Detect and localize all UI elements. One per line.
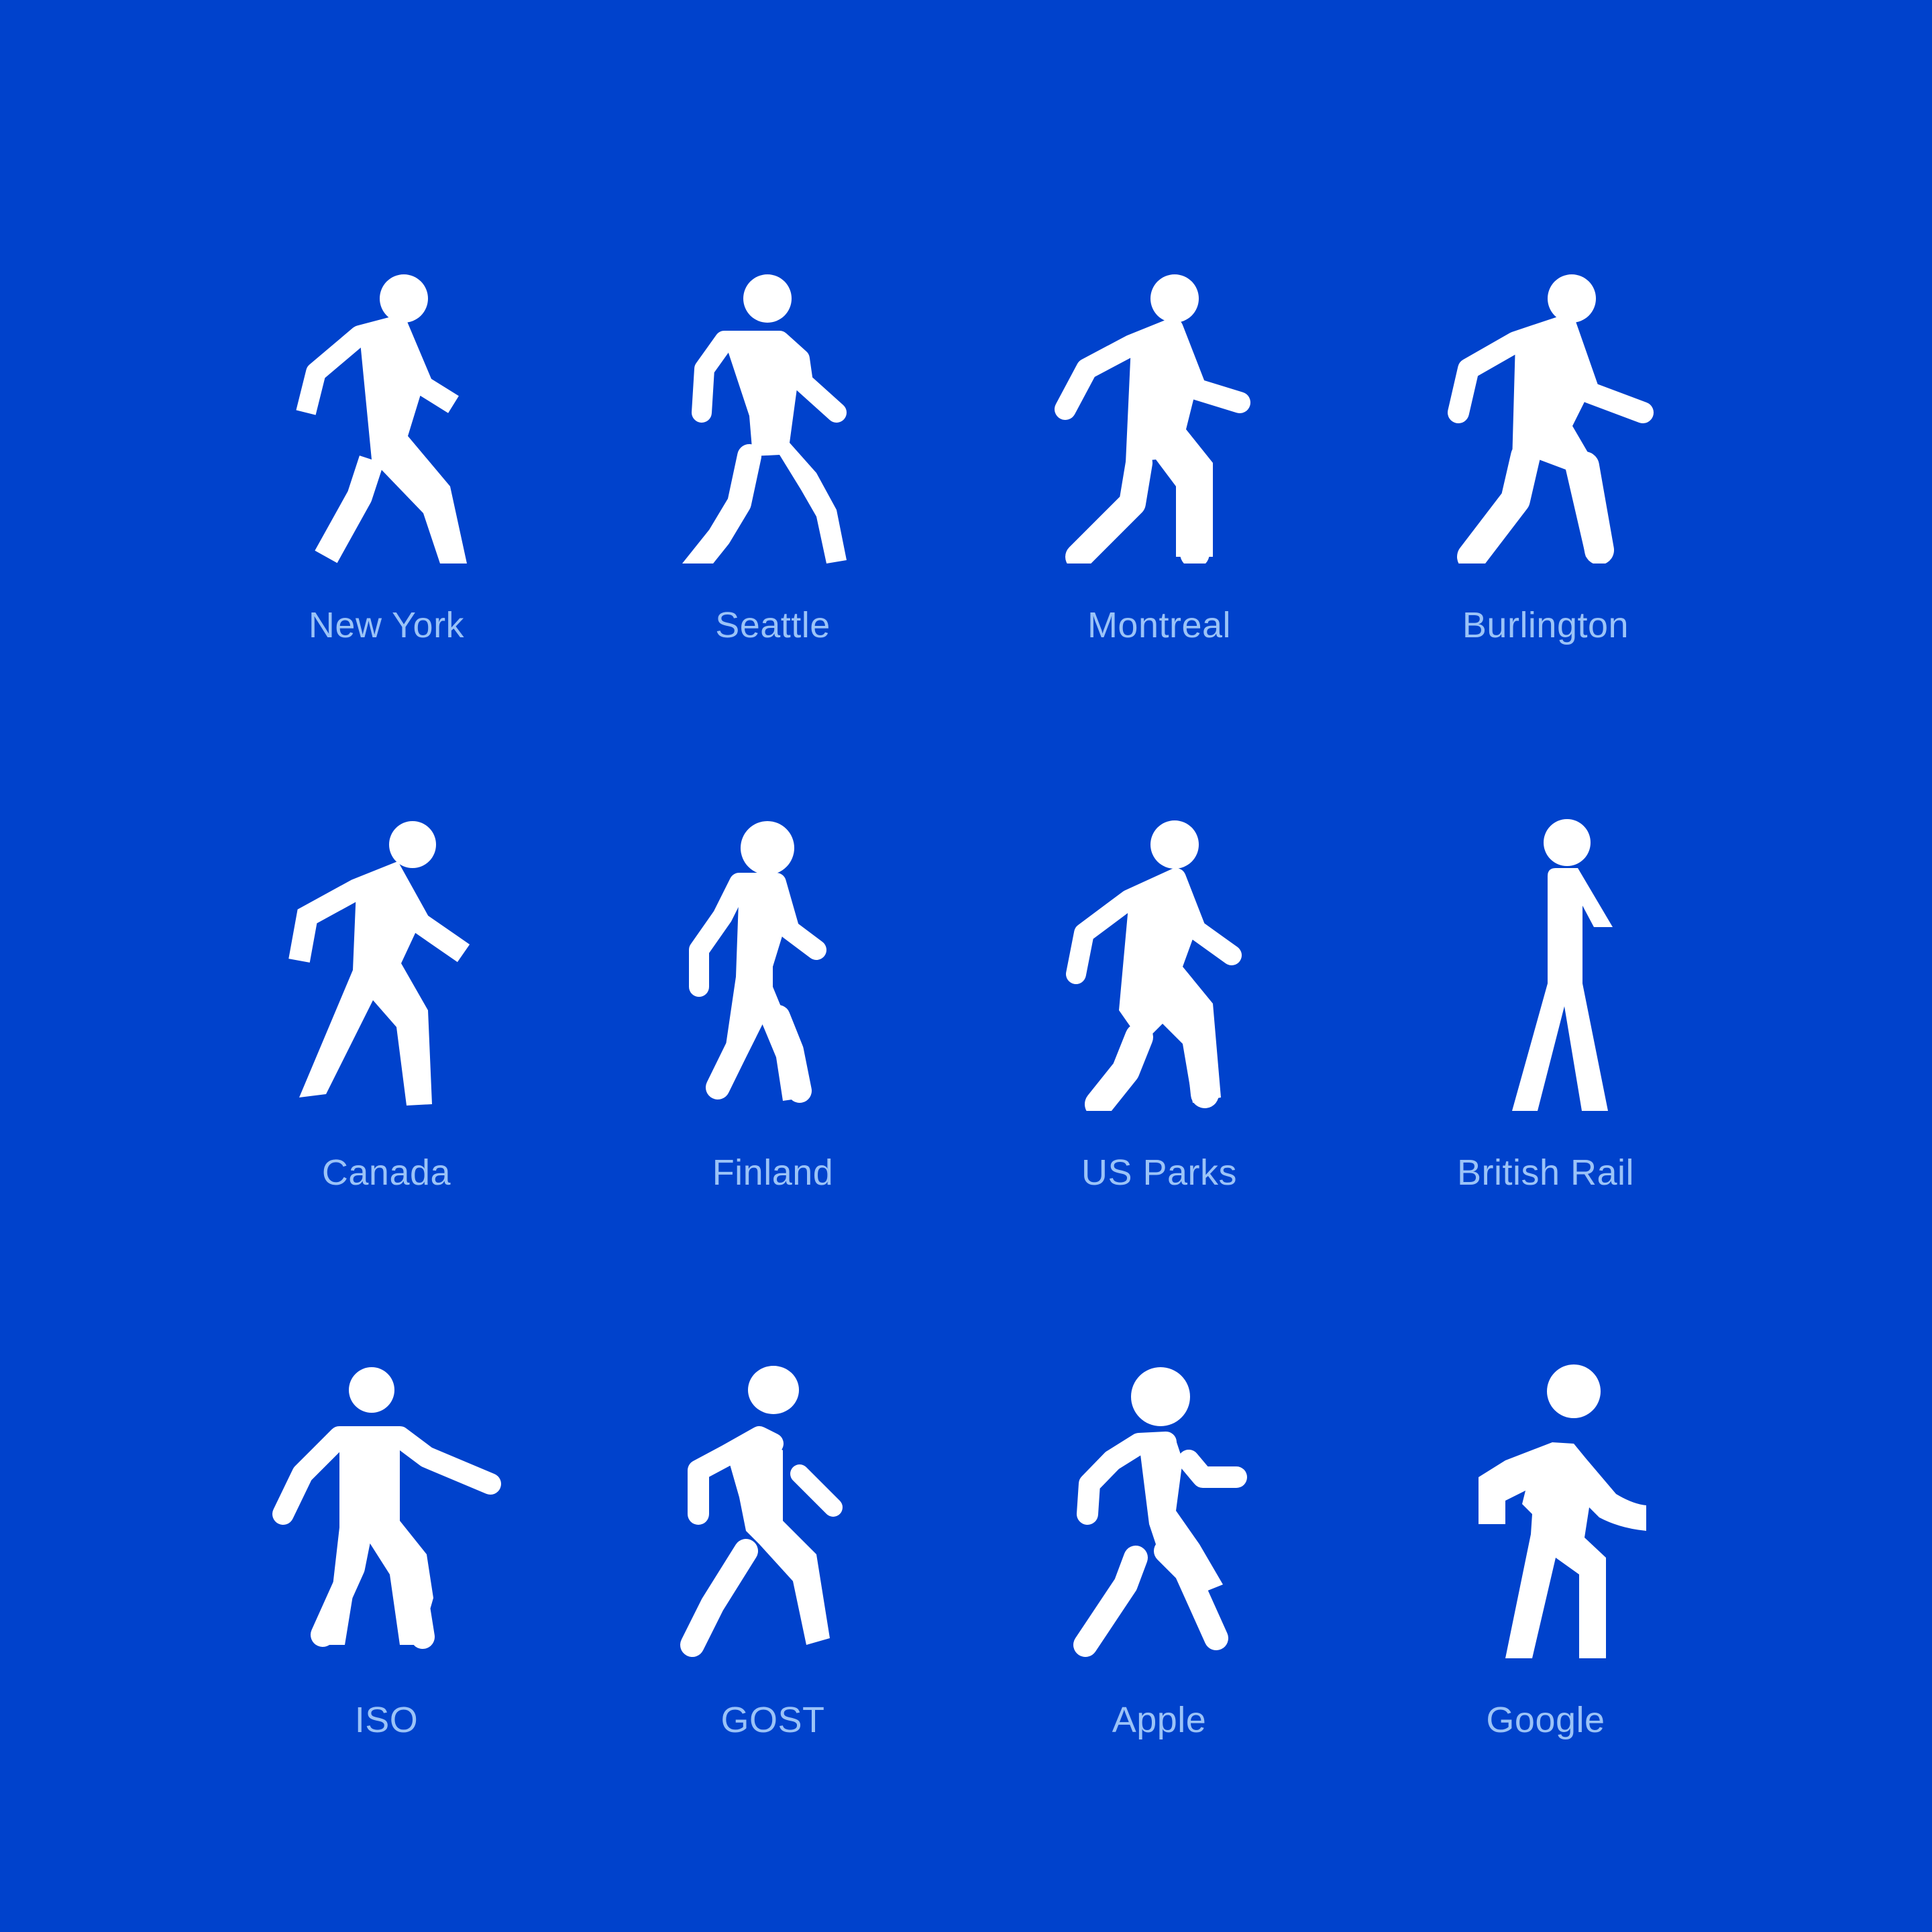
icon-card-iso: ISO: [212, 1363, 561, 1740]
icon-card-us-parks: US Parks: [985, 816, 1334, 1193]
pedestrian-google-icon: [1479, 1364, 1646, 1658]
label-iso: ISO: [354, 1700, 419, 1740]
icon-card-seattle: Seattle: [598, 268, 947, 645]
pedestrian-seattle-icon: [682, 274, 847, 564]
icon-card-new-york: New York: [212, 268, 561, 645]
label-google: Google: [1486, 1700, 1605, 1740]
icon-grid: New York Seattle Montreal Burlington Can…: [0, 0, 1932, 1932]
icon-card-montreal: Montreal: [985, 268, 1334, 645]
label-finland: Finland: [712, 1152, 834, 1193]
label-new-york: New York: [308, 605, 465, 645]
label-canada: Canada: [321, 1152, 451, 1193]
label-apple: Apple: [1112, 1700, 1207, 1740]
pedestrian-canada-icon: [288, 821, 470, 1106]
pedestrian-apple-icon: [1073, 1367, 1247, 1657]
label-montreal: Montreal: [1087, 605, 1232, 645]
icon-card-apple: Apple: [985, 1363, 1334, 1740]
icon-card-british-rail: British Rail: [1371, 816, 1720, 1193]
pedestrian-montreal-icon: [1055, 274, 1250, 564]
label-us-parks: US Parks: [1081, 1152, 1238, 1193]
pedestrian-new-york-icon: [296, 274, 467, 564]
label-seattle: Seattle: [715, 605, 830, 645]
label-gost: GOST: [720, 1700, 825, 1740]
icon-card-canada: Canada: [212, 816, 561, 1193]
label-british-rail: British Rail: [1456, 1152, 1635, 1193]
pedestrian-finland-icon: [689, 821, 826, 1103]
pedestrian-british-rail-icon: [1512, 819, 1613, 1111]
pedestrian-us-parks-icon: [1066, 820, 1242, 1111]
pedestrian-burlington-icon: [1448, 274, 1654, 564]
pedestrian-iso-icon: [272, 1367, 501, 1649]
icon-card-gost: GOST: [598, 1363, 947, 1740]
icon-card-google: Google: [1371, 1363, 1720, 1740]
label-burlington: Burlington: [1462, 605, 1629, 645]
icon-card-burlington: Burlington: [1371, 268, 1720, 645]
icon-card-finland: Finland: [598, 816, 947, 1193]
pedestrian-gost-icon: [680, 1366, 843, 1657]
